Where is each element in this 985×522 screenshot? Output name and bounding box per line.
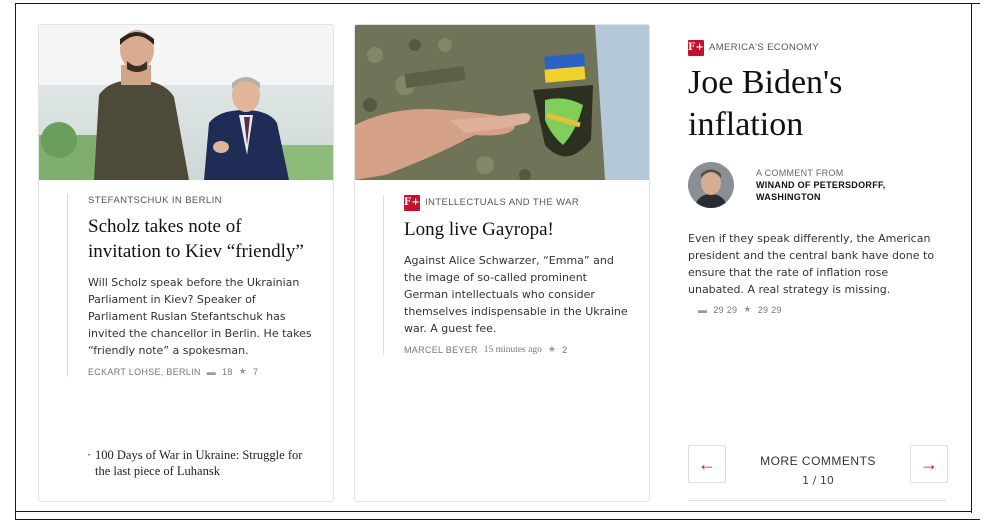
opinion-column: F+ AMERICA'S ECONOMY Joe Biden's inflati… — [688, 40, 948, 315]
star-count[interactable]: 7 — [253, 367, 258, 377]
page-indicator: 1 / 10 — [802, 474, 834, 487]
fplus-badge-icon: F+ — [404, 195, 420, 211]
article-author: ECKART LOHSE, BERLIN — [88, 366, 201, 377]
opinion-meta: ▬ 29 29 ★ 29 29 — [688, 304, 948, 315]
prev-arrow-button[interactable]: ← — [688, 445, 726, 483]
comment-author-name[interactable]: WINAND OF PETERSDORFF, WASHINGTON — [756, 179, 948, 203]
bullet-icon: · — [87, 448, 92, 462]
opinion-headline[interactable]: Joe Biden's inflation — [688, 62, 948, 146]
article-teaser: Against Alice Schwarzer, “Emma” and the … — [404, 254, 628, 335]
article-teaser: Will Scholz speak before the Ukrainian P… — [88, 276, 312, 357]
opinion-kicker-text: AMERICA'S ECONOMY — [709, 42, 819, 53]
related-link[interactable]: · 100 Days of War in Ukraine: Struggle f… — [87, 447, 317, 479]
article-headline[interactable]: Long live Gayropa! — [404, 217, 633, 242]
star-count[interactable]: 29 29 — [758, 305, 782, 315]
comment-author-block[interactable]: A COMMENT FROM WINAND OF PETERSDORFF, WA… — [688, 162, 948, 208]
divider — [688, 500, 946, 501]
more-comments-label[interactable]: MORE COMMENTS — [728, 454, 908, 468]
article-body-gayropa: F+ INTELLECTUALS AND THE WAR Long live G… — [383, 195, 633, 355]
star-icon: ★ — [547, 344, 557, 354]
opinion-teaser: Even if they speak differently, the Amer… — [688, 232, 935, 296]
article-image-scholz[interactable] — [39, 25, 333, 180]
article-author: MARCEL BEYER — [404, 344, 478, 355]
frame-bottom-edge — [15, 511, 972, 512]
star-icon: ★ — [238, 366, 248, 376]
more-comments-pager: ← MORE COMMENTS 1 / 10 → — [688, 445, 948, 487]
article-meta: ECKART LOHSE, BERLIN ▬ 18 ★ 7 — [88, 366, 317, 377]
article-kicker: STEFANTSCHUK IN BERLIN — [88, 195, 222, 206]
article-card-gayropa[interactable]: F+ INTELLECTUALS AND THE WAR Long live G… — [354, 24, 650, 502]
article-time: 15 minutes ago — [483, 344, 542, 355]
author-avatar — [688, 162, 734, 208]
related-link-text[interactable]: 100 Days of War in Ukraine: Struggle for… — [95, 448, 302, 478]
article-meta: MARCEL BEYER 15 minutes ago ★ 2 — [404, 344, 633, 355]
arrow-right-icon: → — [920, 453, 938, 474]
arrow-left-icon: ← — [698, 453, 716, 474]
frame-right-edge — [971, 3, 972, 513]
article-card-scholz[interactable]: STEFANTSCHUK IN BERLIN Scholz takes note… — [38, 24, 334, 502]
article-body-scholz: STEFANTSCHUK IN BERLIN Scholz takes note… — [67, 194, 317, 377]
star-count[interactable]: 2 — [562, 345, 567, 355]
comment-count[interactable]: 18 — [222, 367, 233, 377]
comment-count[interactable]: 29 29 — [713, 305, 737, 315]
article-kicker-text: INTELLECTUALS AND THE WAR — [425, 197, 580, 208]
comment-from-label: A COMMENT FROM — [756, 168, 844, 178]
comment-icon: ▬ — [698, 304, 708, 315]
article-headline[interactable]: Scholz takes note of invitation to Kiev … — [88, 214, 317, 264]
comment-icon: ▬ — [206, 366, 217, 377]
article-image-gayropa[interactable] — [355, 25, 649, 180]
opinion-kicker: F+ AMERICA'S ECONOMY — [688, 40, 948, 56]
star-icon: ★ — [743, 304, 752, 314]
article-kicker: F+ INTELLECTUALS AND THE WAR — [404, 195, 633, 211]
next-arrow-button[interactable]: → — [910, 445, 948, 483]
fplus-badge-icon: F+ — [688, 40, 704, 56]
